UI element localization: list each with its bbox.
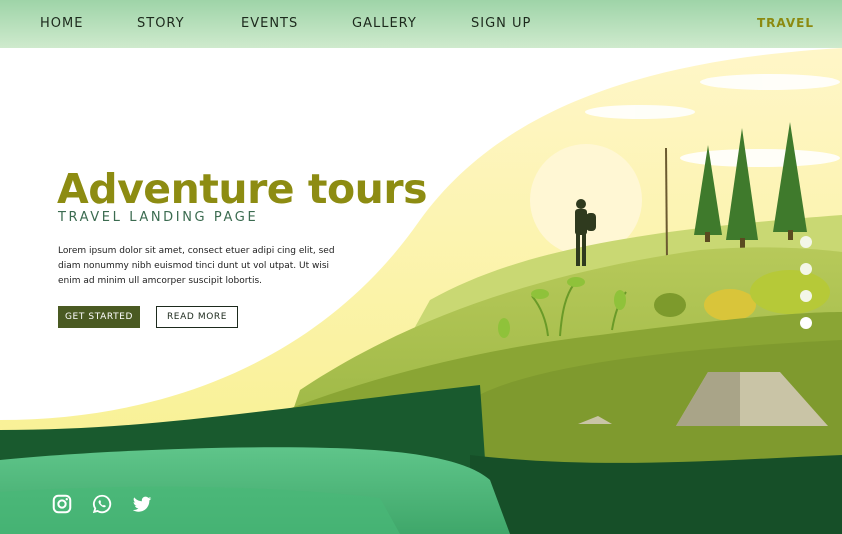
slider-pagination: [800, 236, 814, 344]
nav-sign-up[interactable]: SIGN UP: [471, 16, 531, 31]
twitter-icon[interactable]: [131, 493, 153, 515]
instagram-icon[interactable]: [51, 493, 73, 515]
read-more-button[interactable]: READ MORE: [156, 306, 238, 328]
whatsapp-icon[interactable]: [91, 493, 113, 515]
nav-gallery[interactable]: GALLERY: [352, 16, 417, 31]
slider-dot-4[interactable]: [800, 317, 812, 329]
hero-subtitle: TRAVEL LANDING PAGE: [58, 210, 259, 225]
social-links: [51, 493, 153, 515]
nav-home[interactable]: HOME: [40, 16, 83, 31]
hero-title: Adventure tours: [57, 165, 427, 213]
hero-description: Lorem ipsum dolor sit amet, consect etue…: [58, 246, 335, 286]
get-started-button[interactable]: GET STARTED: [58, 306, 140, 328]
top-navigation-bar: [0, 0, 842, 48]
slider-dot-3[interactable]: [800, 290, 812, 302]
brand-logo[interactable]: TRAVEL: [757, 16, 814, 30]
nav-events[interactable]: EVENTS: [241, 16, 298, 31]
nav-story[interactable]: STORY: [137, 16, 185, 31]
slider-dot-2[interactable]: [800, 263, 812, 275]
slider-dot-1[interactable]: [800, 236, 812, 248]
